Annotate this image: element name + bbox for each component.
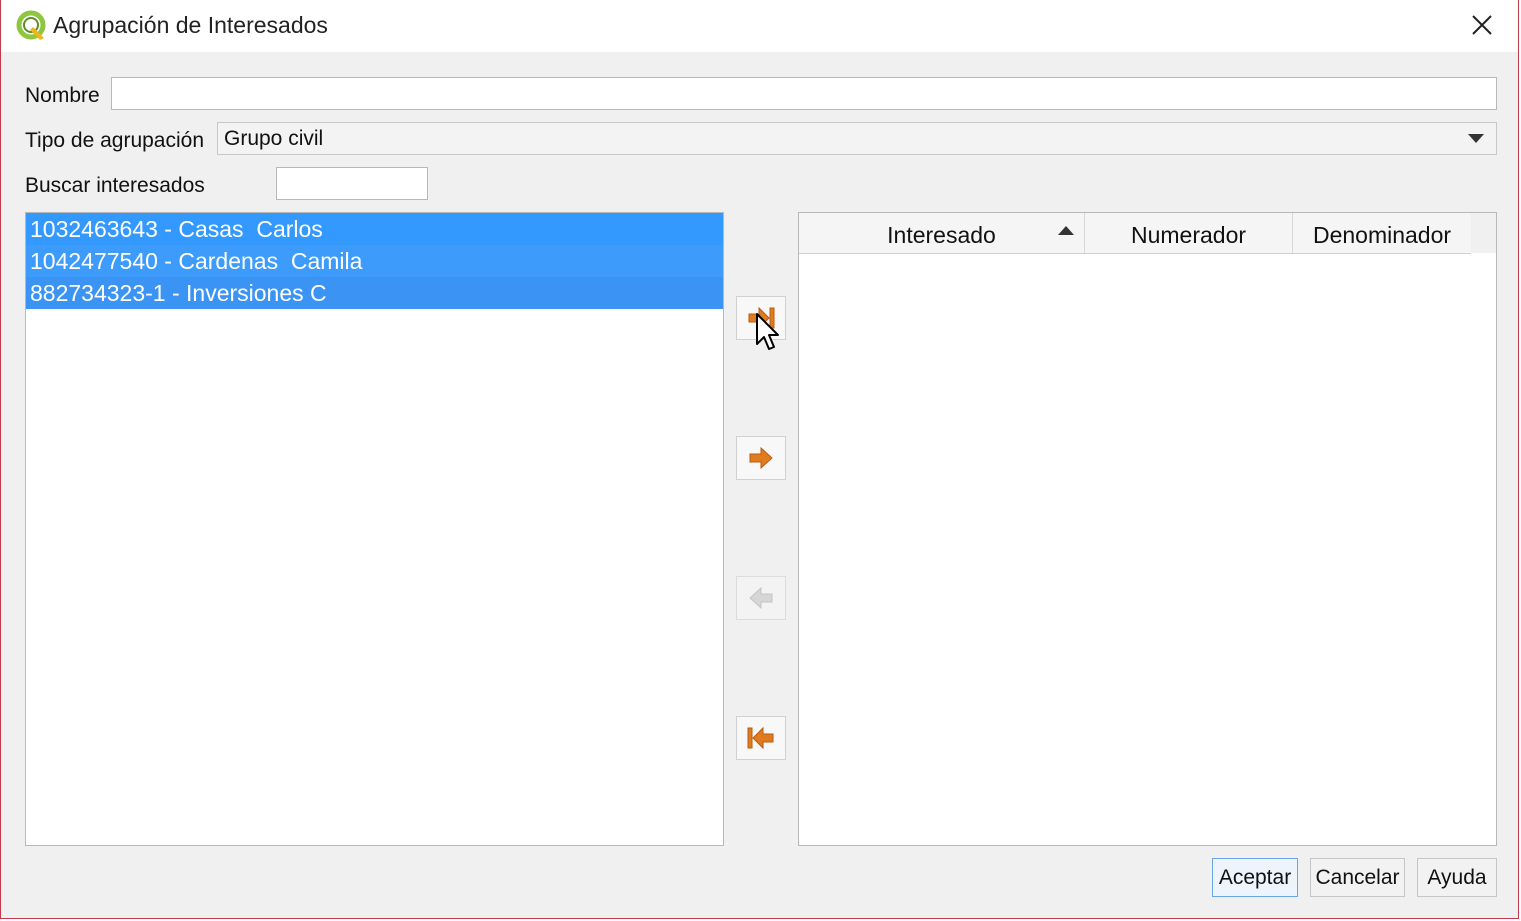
move-all-left-icon (747, 726, 774, 750)
name-label: Nombre (25, 84, 100, 107)
accept-button[interactable]: Aceptar (1212, 858, 1298, 897)
qgis-logo-icon (16, 10, 48, 42)
group-type-select[interactable]: Grupo civil (217, 122, 1497, 155)
grouped-parties-table[interactable]: Interesado Numerador Denominador (798, 212, 1497, 846)
list-item[interactable]: 1042477540 - Cardenas Camila (26, 245, 723, 277)
move-right-icon (749, 446, 773, 470)
column-header-interesado[interactable]: Interesado (799, 213, 1085, 253)
name-field[interactable] (111, 77, 1497, 110)
cancel-button[interactable]: Cancelar (1310, 858, 1405, 897)
table-header: Interesado Numerador Denominador (799, 213, 1471, 254)
move-left-icon (749, 586, 773, 610)
group-type-value: Grupo civil (224, 127, 324, 150)
available-parties-list[interactable]: 1032463643 - Casas Carlos 1042477540 - C… (25, 212, 724, 846)
column-header-denominador[interactable]: Denominador (1293, 213, 1471, 253)
move-left-button[interactable] (736, 576, 786, 620)
header-corner (1471, 213, 1496, 253)
column-header-numerador[interactable]: Numerador (1085, 213, 1293, 253)
move-right-button[interactable] (736, 436, 786, 480)
list-item[interactable]: 882734323-1 - Inversiones C (26, 277, 723, 309)
move-all-right-button[interactable] (736, 296, 786, 340)
search-label: Buscar interesados (25, 174, 205, 197)
help-button[interactable]: Ayuda (1417, 858, 1497, 897)
move-all-right-icon (748, 306, 775, 330)
move-all-left-button[interactable] (736, 716, 786, 760)
close-button[interactable] (1464, 8, 1500, 42)
dialog-window: Agrupación de Interesados Nombre Tipo de… (0, 0, 1519, 919)
chevron-down-icon (1468, 134, 1484, 143)
search-input[interactable] (276, 167, 428, 200)
list-item[interactable]: 1032463643 - Casas Carlos (26, 213, 723, 245)
sort-ascending-icon (1058, 226, 1074, 235)
title-bar: Agrupación de Interesados (1, 0, 1518, 52)
close-icon (1472, 15, 1492, 35)
group-type-label: Tipo de agrupación (25, 129, 205, 152)
window-title: Agrupación de Interesados (53, 12, 328, 38)
